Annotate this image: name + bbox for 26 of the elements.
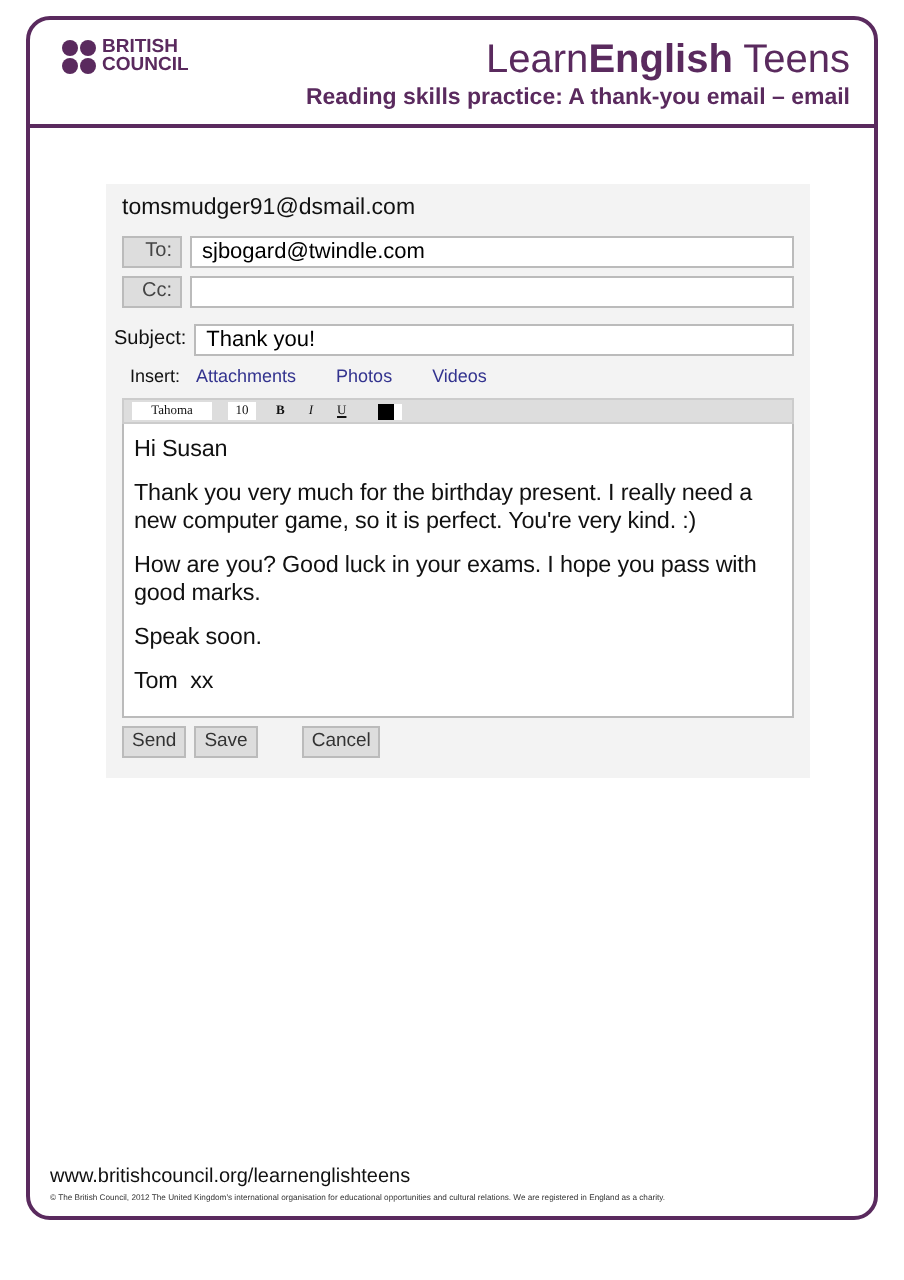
message-paragraph: Thank you very much for the birthday present. I really need a new computer game, so it is perfect. You're very kind. :) <box>134 480 755 536</box>
insert-link[interactable]: Attachments <box>196 363 297 390</box>
message-paragraph: Hi Susan <box>134 436 230 464</box>
message-paragraph: How are you? Good luck in your exams. I hope you pass with good marks. <box>134 552 759 608</box>
logo-text: COUNCIL <box>102 56 189 74</box>
cancel-button[interactable]: Cancel <box>301 726 381 758</box>
message-body[interactable] <box>122 424 794 718</box>
sender-address: tomsmudger91@dsmail.com <box>122 194 418 225</box>
logo-icon <box>62 39 96 73</box>
insert-link[interactable]: Photos <box>336 363 393 390</box>
send-button[interactable]: Send <box>122 726 187 758</box>
message-paragraph: Tom xx <box>134 668 216 696</box>
insert-label: Insert: <box>130 363 181 389</box>
field-label-button[interactable]: To: <box>122 235 182 267</box>
brand-title: LearnEnglish Teens <box>484 38 850 82</box>
subject-field[interactable]: Thank you! <box>194 323 794 355</box>
input-field[interactable] <box>190 275 794 307</box>
message-paragraph: Speak soon. <box>134 624 264 652</box>
subject-label: Subject: <box>114 326 187 354</box>
insert-link[interactable]: Videos <box>432 363 487 390</box>
website-url: www.britishcouncil.org/learnenglishteens <box>50 1163 413 1192</box>
logo-text: BRITISH <box>102 38 178 56</box>
save-button[interactable]: Save <box>194 726 258 758</box>
page-subtitle: Reading skills practice: A thank-you email – email <box>305 84 850 114</box>
field-label-button[interactable]: Cc: <box>122 275 182 307</box>
input-field[interactable]: sjbogard@twindle.com <box>190 235 794 267</box>
